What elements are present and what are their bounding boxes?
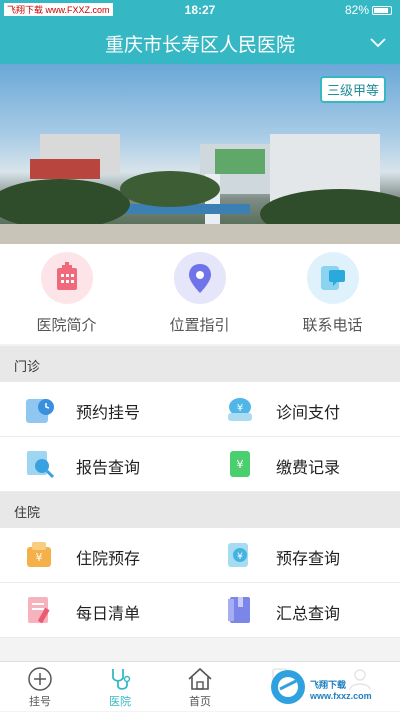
- plus-circle-icon: [28, 667, 52, 691]
- menu-label: 预存查询: [276, 549, 341, 568]
- quick-label-location: 位置指引: [169, 316, 230, 334]
- payment-record-icon: ¥: [230, 451, 250, 477]
- quick-actions: 医院简介 位置指引 联系电话: [0, 244, 400, 344]
- svg-text:¥: ¥: [36, 551, 43, 564]
- section-outpatient: 门诊: [0, 346, 400, 382]
- chevron-down-icon[interactable]: [368, 32, 388, 52]
- svg-text:¥: ¥: [237, 458, 244, 471]
- svg-text:¥: ¥: [237, 403, 243, 414]
- report-search-icon: [27, 451, 55, 479]
- tab-register[interactable]: 挂号: [0, 662, 80, 712]
- menu-label: 预约挂号: [76, 403, 141, 422]
- battery-indicator: 82%: [345, 3, 392, 17]
- battery-percent: 82%: [344, 3, 369, 17]
- menu-label: 住院预存: [76, 549, 141, 568]
- app-header: 重庆市长寿区人民医院: [0, 20, 400, 64]
- location-pin-icon: [173, 252, 226, 304]
- menu-daily-list[interactable]: 每日清单: [0, 583, 200, 638]
- watermark-text: 飞翔下载 www.fxxz.com: [310, 680, 372, 701]
- menu-row: 报告查询 ¥ 缴费记录: [0, 437, 400, 492]
- quick-item-phone[interactable]: 联系电话: [266, 252, 399, 335]
- menu-row: 预约挂号 ¥ 诊间支付: [0, 382, 400, 437]
- quick-item-intro[interactable]: 医院简介: [0, 252, 133, 335]
- menu-report-query[interactable]: 报告查询: [0, 437, 200, 492]
- menu-row: 每日清单 汇总查询: [0, 583, 400, 638]
- clock: 18:27: [184, 3, 216, 17]
- section-title: 门诊: [14, 360, 41, 375]
- hospital-title: 重庆市长寿区人民医院: [104, 34, 295, 56]
- status-bar: 飞翔下载 www.FXXZ.com 18:27 82%: [0, 0, 400, 20]
- daily-list-icon: [28, 597, 50, 624]
- menu-label: 缴费记录: [276, 458, 341, 477]
- phone-chat-icon: [306, 252, 359, 304]
- tab-hospital[interactable]: 医院: [80, 662, 160, 712]
- menu-clinic-payment[interactable]: ¥ 诊间支付: [200, 382, 400, 437]
- quick-label-phone: 联系电话: [302, 316, 363, 334]
- menu-appointment[interactable]: 预约挂号: [0, 382, 200, 437]
- menu-summary-query[interactable]: 汇总查询: [200, 583, 400, 638]
- stethoscope-icon: [112, 669, 131, 690]
- watermark-logo: 飞翔下载 www.fxxz.com: [268, 664, 396, 710]
- menu-row: ¥ 住院预存 ¥ 预存查询: [0, 528, 400, 583]
- appointment-clock-icon: [26, 399, 54, 423]
- bottom-tab-bar: 挂号 医院 首页 飞翔下载 www.fxxz.com: [0, 661, 400, 711]
- menu-label: 每日清单: [76, 604, 141, 623]
- summary-query-icon: [228, 597, 250, 623]
- tab-label: 医院: [109, 695, 131, 708]
- hospital-banner[interactable]: 三级甲等: [0, 64, 400, 244]
- menu-label: 汇总查询: [276, 604, 341, 623]
- menu-inpatient-deposit[interactable]: ¥ 住院预存: [0, 528, 200, 583]
- hospital-building-icon: [40, 252, 93, 304]
- tab-label: 首页: [189, 695, 211, 708]
- svg-text:¥: ¥: [237, 552, 243, 562]
- tab-label: 挂号: [29, 695, 51, 708]
- hospital-grade-badge: 三级甲等: [319, 76, 386, 103]
- deposit-query-icon: ¥: [228, 543, 248, 567]
- section-inpatient: 住院: [0, 492, 400, 528]
- section-title: 住院: [14, 506, 41, 521]
- menu-label: 报告查询: [76, 458, 141, 477]
- menu-payment-record[interactable]: ¥ 缴费记录: [200, 437, 400, 492]
- home-icon: [188, 667, 212, 690]
- yen-payment-icon: ¥: [228, 398, 252, 421]
- quick-label-intro: 医院简介: [36, 316, 97, 334]
- quick-item-location[interactable]: 位置指引: [133, 252, 266, 335]
- deposit-icon: ¥: [27, 542, 51, 567]
- battery-icon: [372, 6, 392, 15]
- menu-label: 诊间支付: [276, 403, 341, 422]
- tab-home[interactable]: 首页: [160, 662, 240, 712]
- menu-deposit-query[interactable]: ¥ 预存查询: [200, 528, 400, 583]
